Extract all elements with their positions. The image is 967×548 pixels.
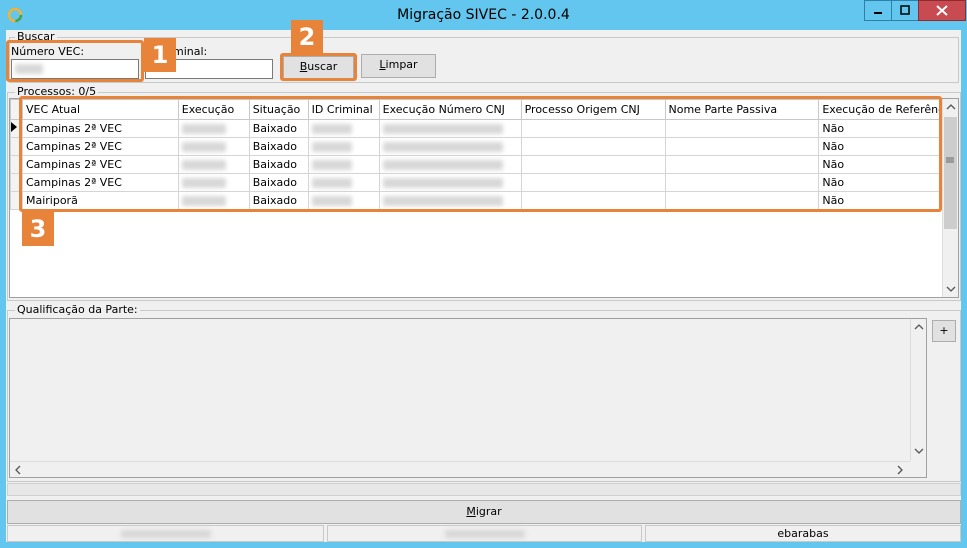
callout-1-box (6, 40, 144, 82)
chevron-left-icon[interactable] (14, 465, 22, 475)
minimize-button[interactable] (864, 0, 892, 21)
minimize-icon (874, 12, 882, 14)
scroll-thumb[interactable] (944, 117, 957, 229)
limpar-button-label: impar (385, 58, 418, 71)
current-row-arrow-icon (11, 122, 17, 132)
progress-strip (7, 483, 961, 496)
redacted-value (444, 530, 525, 538)
callout-3-badge: 3 (22, 212, 54, 246)
window-frame-bottom (0, 542, 967, 548)
close-button[interactable] (918, 0, 966, 21)
callout-2-box (280, 53, 357, 81)
title-bar: Migração SIVEC - 2.0.0.4 (0, 0, 967, 30)
add-party-button[interactable]: + (932, 320, 956, 342)
qualification-vertical-scrollbar[interactable] (910, 319, 926, 461)
refresh-app-icon (7, 7, 23, 23)
chevron-up-icon[interactable] (914, 323, 924, 331)
chevron-down-icon[interactable] (946, 285, 956, 293)
migrar-button-label: igrar (475, 505, 502, 518)
chevron-down-icon[interactable] (914, 447, 924, 455)
callout-1-badge: 1 (144, 38, 176, 72)
migrar-button-mnemonic: M (466, 505, 476, 518)
window-frame-right (961, 30, 967, 548)
status-cell-1 (7, 525, 324, 542)
status-cell-2 (327, 525, 642, 542)
callout-3-box (19, 96, 942, 212)
window-title: Migração SIVEC - 2.0.0.4 (397, 7, 570, 23)
close-icon (936, 5, 948, 16)
grid-vertical-scrollbar[interactable] (942, 99, 958, 297)
grip-icon (946, 157, 954, 163)
maximize-icon (900, 5, 910, 15)
chevron-right-icon[interactable] (896, 465, 904, 475)
criminal-id-label: minal: (173, 45, 208, 58)
qualification-horizontal-scrollbar[interactable] (10, 461, 910, 477)
chevron-up-icon[interactable] (946, 103, 956, 111)
limpar-button[interactable]: Limpar (361, 54, 436, 78)
status-user: ebarabas (645, 525, 961, 542)
qualification-group-label: Qualificação da Parte: (15, 303, 140, 316)
migrar-button[interactable]: Migrar (7, 500, 961, 524)
qualification-area[interactable] (9, 318, 927, 478)
callout-2-badge: 2 (291, 20, 323, 54)
window-frame-left (0, 30, 6, 548)
maximize-button[interactable] (891, 0, 919, 21)
redacted-value (120, 530, 211, 538)
